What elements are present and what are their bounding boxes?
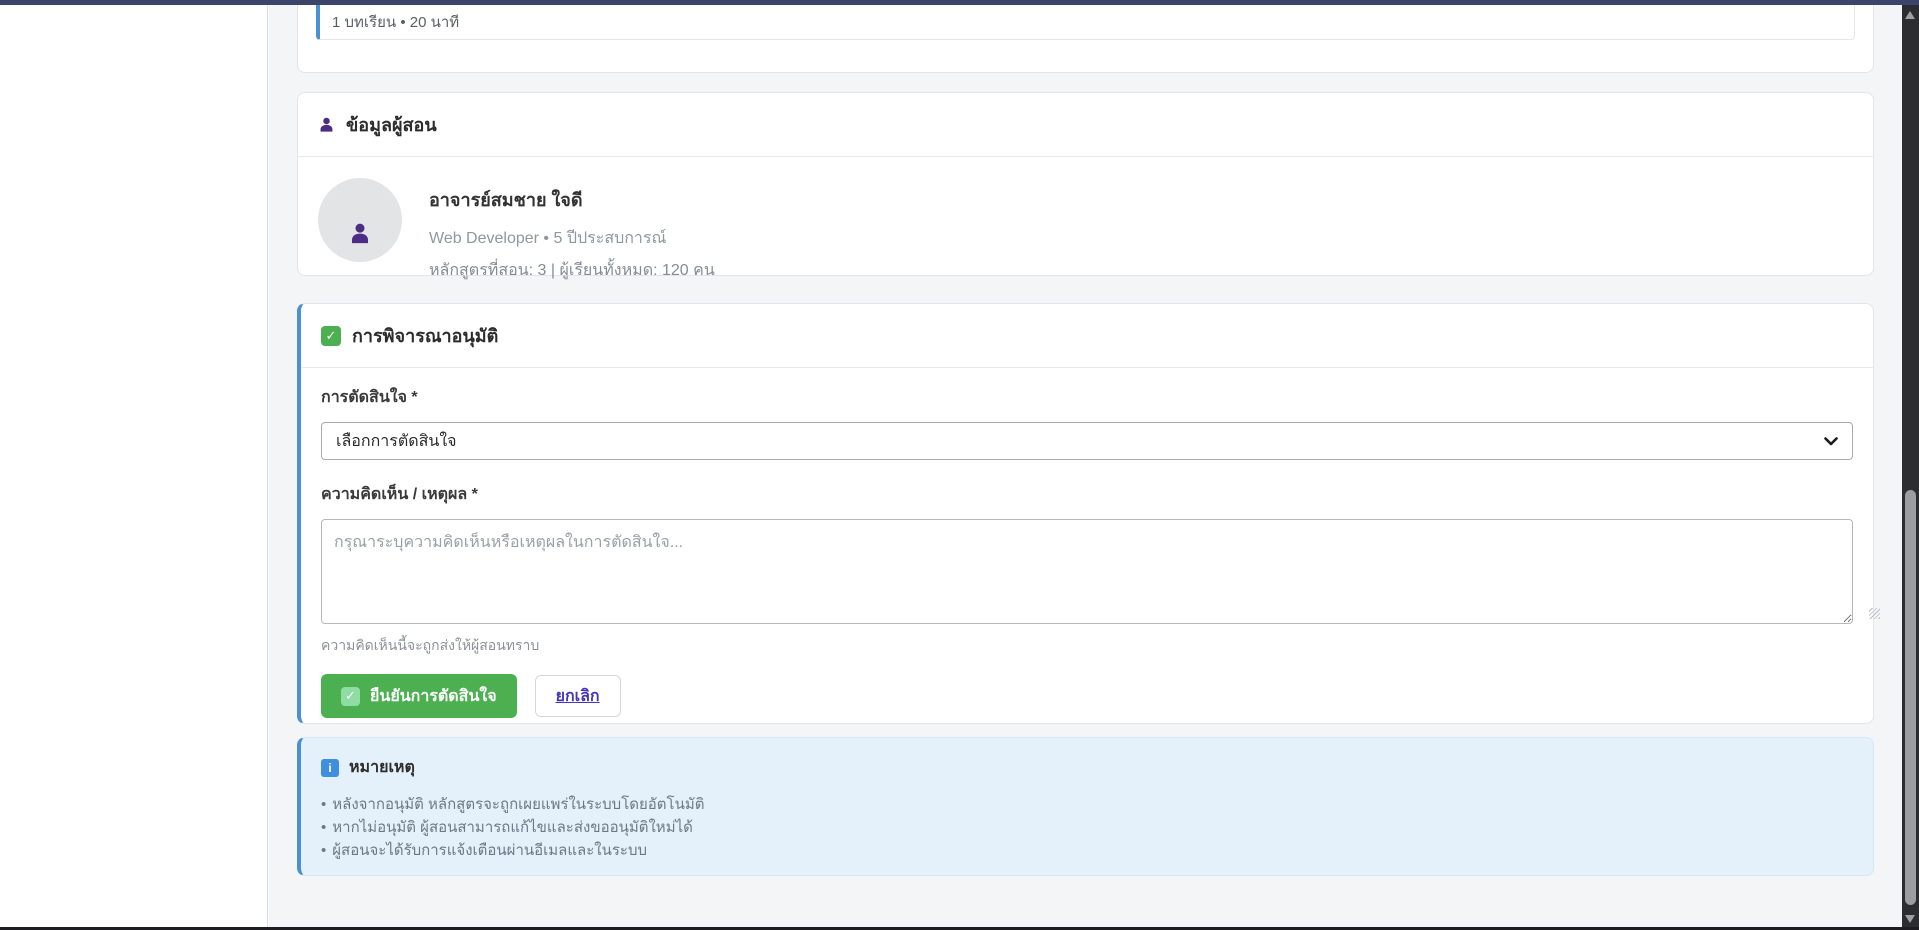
note-item: • ผู้สอนจะได้รับการแจ้งเตือนผ่านอีเมลและใ…	[321, 839, 1853, 862]
window-top-bar	[0, 0, 1919, 5]
scroll-down-icon[interactable]	[1905, 915, 1915, 923]
note-item-text: หากไม่อนุมัติ ผู้สอนสามารถแก้ไขและส่งขออ…	[332, 819, 693, 836]
bullet-icon: •	[321, 796, 326, 813]
vertical-scrollbar[interactable]	[1902, 5, 1919, 930]
note-item: • หากไม่อนุมัติ ผู้สอนสามารถแก้ไขและส่งขอ…	[321, 816, 1853, 839]
lesson-item[interactable]: 1 บทเรียน • 20 นาที	[316, 5, 1855, 40]
note-header: i หมายเหตุ	[321, 755, 1853, 780]
instructor-role: Web Developer • 5 ปีประสบการณ์	[429, 226, 715, 251]
confirm-decision-button[interactable]: ✓ ยืนยันการตัดสินใจ	[321, 674, 517, 718]
scrollbar-thumb[interactable]	[1905, 490, 1916, 905]
instructor-card-header: ข้อมูลผู้สอน	[298, 93, 1873, 157]
check-icon: ✓	[341, 687, 360, 706]
cancel-button-label: ยกเลิก	[556, 688, 600, 705]
note-item-text: ผู้สอนจะได้รับการแจ้งเตือนผ่านอีเมลและใน…	[332, 842, 647, 859]
note-card: i หมายเหตุ • หลังจากอนุมัติ หลักสูตรจะถูก…	[297, 737, 1874, 876]
approval-card: ✓ การพิจารณาอนุมัติ การตัดสินใจ * เลือกก…	[297, 303, 1874, 724]
note-list: • หลังจากอนุมัติ หลักสูตรจะถูกเผยแพร่ในระ…	[321, 793, 1853, 862]
instructor-details: อาจารย์สมชาย ใจดี Web Developer • 5 ปีปร…	[429, 178, 715, 283]
approval-form: การตัดสินใจ * เลือกการตัดสินใจ ความคิดเห…	[301, 368, 1873, 718]
instructor-body: อาจารย์สมชาย ใจดี Web Developer • 5 ปีปร…	[298, 157, 1873, 283]
comment-helper-text: ความคิดเห็นนี้จะถูกส่งให้ผู้สอนทราบ	[321, 635, 1853, 657]
resize-handle-icon[interactable]	[1869, 608, 1880, 619]
lesson-meta-text: 1 บทเรียน • 20 นาที	[332, 10, 459, 34]
bullet-icon: •	[321, 819, 326, 836]
instructor-card: ข้อมูลผู้สอน อาจารย์สมชาย ใจดี Web Devel…	[297, 92, 1874, 276]
note-item-text: หลังจากอนุมัติ หลักสูตรจะถูกเผยแพร่ในระบ…	[332, 796, 704, 813]
approval-card-header: ✓ การพิจารณาอนุมัติ	[301, 304, 1873, 368]
note-section-title: หมายเหตุ	[349, 755, 415, 780]
note-item: • หลังจากอนุมัติ หลักสูตรจะถูกเผยแพร่ในระ…	[321, 793, 1853, 816]
avatar	[318, 178, 402, 262]
decision-label: การตัดสินใจ *	[321, 385, 1853, 410]
instructor-name: อาจารย์สมชาย ใจดี	[429, 185, 715, 214]
cancel-button[interactable]: ยกเลิก	[535, 675, 621, 717]
comment-label: ความคิดเห็น / เหตุผล *	[321, 482, 1853, 507]
action-buttons-row: ✓ ยืนยันการตัดสินใจ ยกเลิก	[321, 674, 1853, 718]
decision-select-value: เลือกการตัดสินใจ	[336, 429, 457, 454]
check-icon: ✓	[321, 326, 341, 346]
instructor-stats: หลักสูตรที่สอน: 3 | ผู้เรียนทั้งหมด: 120…	[429, 258, 715, 283]
chevron-down-icon	[1824, 437, 1838, 446]
decision-select[interactable]: เลือกการตัดสินใจ	[321, 422, 1853, 460]
info-icon: i	[321, 759, 339, 777]
main-content-area: 1 บทเรียน • 20 นาที ข้อมูลผู้สอน อาจารย์…	[269, 5, 1902, 927]
content-column: 1 บทเรียน • 20 นาที ข้อมูลผู้สอน อาจารย์…	[297, 5, 1874, 876]
scroll-up-icon[interactable]	[1905, 11, 1915, 19]
confirm-button-label: ยืนยันการตัดสินใจ	[370, 684, 497, 709]
left-sidebar	[0, 5, 268, 927]
instructor-section-title: ข้อมูลผู้สอน	[346, 110, 437, 139]
person-icon	[318, 116, 335, 133]
avatar-person-icon	[350, 221, 370, 247]
approval-section-title: การพิจารณาอนุมัติ	[352, 321, 498, 350]
comment-textarea[interactable]	[321, 519, 1853, 624]
bullet-icon: •	[321, 842, 326, 859]
course-content-card: 1 บทเรียน • 20 นาที	[297, 5, 1874, 73]
